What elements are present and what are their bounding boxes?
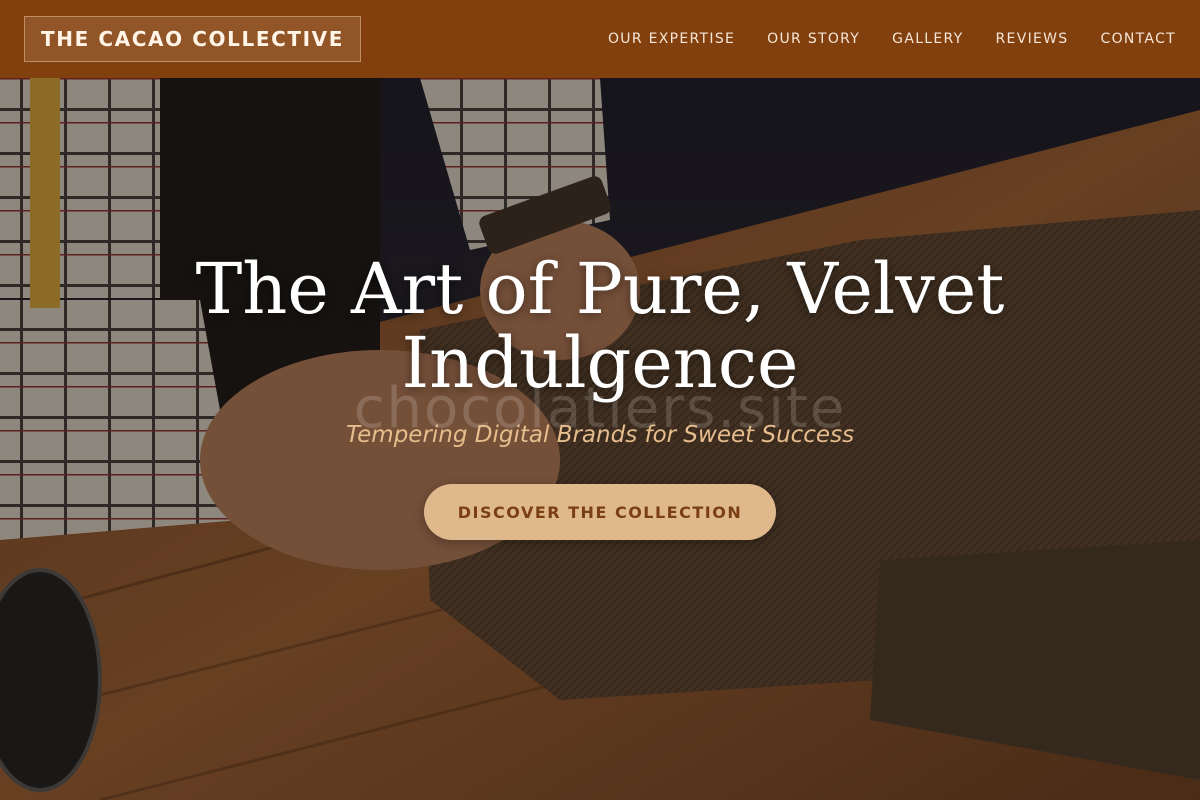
main-nav: OUR EXPERTISE OUR STORY GALLERY REVIEWS … xyxy=(608,0,1176,78)
nav-link-gallery[interactable]: GALLERY xyxy=(892,31,963,47)
site-logo[interactable]: THE CACAO COLLECTIVE xyxy=(24,16,362,62)
site-header: THE CACAO COLLECTIVE OUR EXPERTISE OUR S… xyxy=(0,0,1200,78)
nav-link-our-expertise[interactable]: OUR EXPERTISE xyxy=(608,31,735,47)
discover-collection-button[interactable]: DISCOVER THE COLLECTION xyxy=(424,484,776,540)
hero-subtitle: Tempering Digital Brands for Sweet Succe… xyxy=(345,422,855,448)
nav-link-contact[interactable]: CONTACT xyxy=(1101,31,1177,47)
nav-link-reviews[interactable]: REVIEWS xyxy=(996,31,1069,47)
hero-section: chocolatiers.site The Art of Pure, Velve… xyxy=(0,252,1200,540)
nav-link-our-story[interactable]: OUR STORY xyxy=(767,31,860,47)
landing-page: THE CACAO COLLECTIVE OUR EXPERTISE OUR S… xyxy=(0,0,1200,800)
hero-title: The Art of Pure, Velvet Indulgence xyxy=(195,248,1005,404)
